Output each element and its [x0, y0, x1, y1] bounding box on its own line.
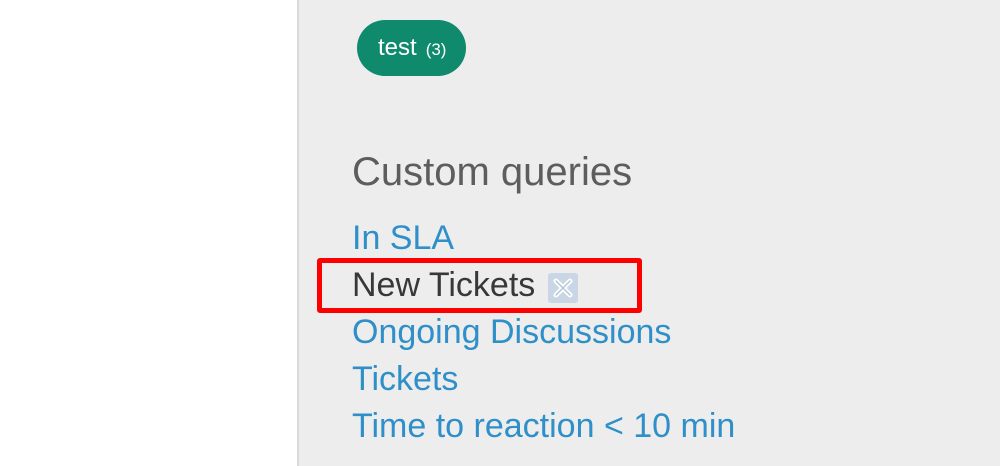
custom-queries-list: In SLA New Tickets Ongoing Discussions T…: [352, 215, 735, 450]
query-link-in-sla[interactable]: In SLA: [352, 215, 454, 262]
tag-pill-test[interactable]: test (3): [357, 20, 467, 76]
query-item-time-to-reaction: Time to reaction < 10 min: [352, 403, 735, 450]
query-link-ongoing-discussions[interactable]: Ongoing Discussions: [352, 309, 671, 356]
query-current-new-tickets: New Tickets: [352, 266, 536, 304]
query-item-ongoing-discussions: Ongoing Discussions: [352, 309, 735, 356]
sidebar: test (3) Custom queries In SLA New Ticke…: [297, 0, 1000, 466]
custom-queries-heading: Custom queries: [352, 150, 633, 194]
query-link-time-to-reaction[interactable]: Time to reaction < 10 min: [352, 403, 735, 450]
tag-count: (3): [425, 39, 447, 59]
main-content-area: [0, 0, 297, 466]
query-item-tickets: Tickets: [352, 356, 735, 403]
query-item-new-tickets: New Tickets: [352, 262, 735, 309]
query-link-tickets[interactable]: Tickets: [352, 356, 458, 403]
remove-icon[interactable]: [548, 272, 579, 303]
tag-name: test: [378, 34, 417, 61]
query-item-in-sla: In SLA: [352, 215, 735, 262]
page: test (3) Custom queries In SLA New Ticke…: [0, 0, 1000, 466]
